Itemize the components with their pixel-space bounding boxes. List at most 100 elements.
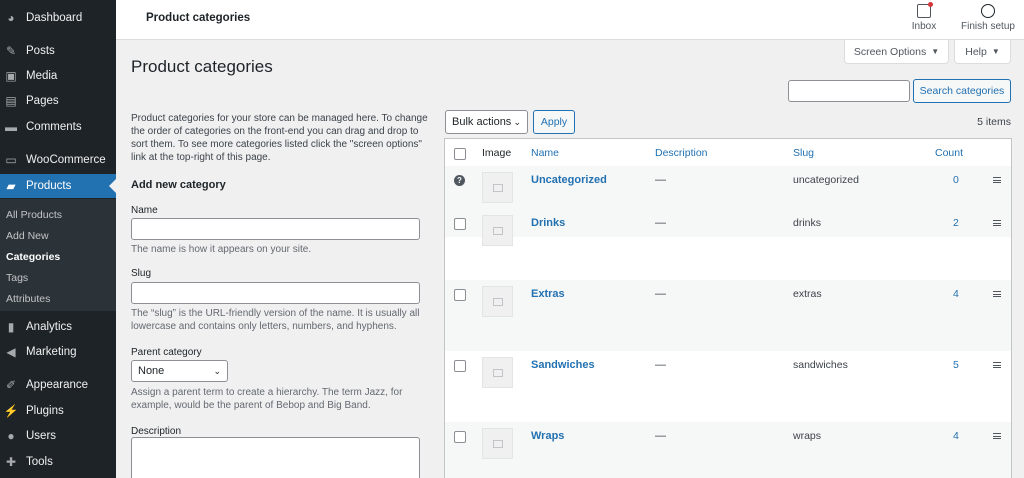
row-checkbox[interactable] xyxy=(454,218,466,230)
products-submenu: All Products Add New Categories Tags Att… xyxy=(0,199,116,311)
parent-category-value: None xyxy=(138,365,165,377)
caret-down-icon: ▼ xyxy=(991,47,1000,56)
submenu-item-tags[interactable]: Tags xyxy=(6,272,28,284)
image-placeholder-icon xyxy=(492,439,503,448)
sidebar-item-label: Tools xyxy=(26,456,53,468)
sidebar-item-appearance[interactable]: ✐ Appearance xyxy=(0,373,116,397)
sidebar-item-analytics[interactable]: ▮ Analytics xyxy=(0,315,116,339)
name-input[interactable] xyxy=(131,218,420,240)
submenu-item-attributes[interactable]: Attributes xyxy=(6,293,50,305)
sidebar-item-label: Analytics xyxy=(26,321,73,333)
sidebar-item-products[interactable]: ▰ Products xyxy=(0,174,116,198)
sidebar-item-users[interactable]: ● Users xyxy=(0,424,116,448)
inbox-button[interactable]: Inbox xyxy=(906,2,942,32)
apply-button[interactable]: Apply xyxy=(533,110,575,134)
sidebar-item-label: Products xyxy=(26,180,72,192)
image-placeholder-icon xyxy=(492,297,503,306)
description-textarea[interactable] xyxy=(131,437,420,478)
category-description: — xyxy=(655,217,666,229)
category-count-link[interactable]: 4 xyxy=(953,430,959,442)
search-categories-button[interactable]: Search categories xyxy=(913,79,1011,103)
sidebar-item-posts[interactable]: ✎ Posts xyxy=(0,39,116,63)
parent-category-select[interactable]: None ⌄ xyxy=(131,360,228,382)
sidebar-item-marketing[interactable]: ◀ Marketing xyxy=(0,340,116,364)
products-icon: ▰ xyxy=(6,179,16,193)
name-help-text: The name is how it appears on your site. xyxy=(131,244,312,255)
sidebar-item-comments[interactable]: ▬ Comments xyxy=(0,115,116,139)
category-count-link[interactable]: 5 xyxy=(953,359,959,371)
admin-sidebar: ◕ Dashboard ✎ Posts ▣ Media ▤ Pages ▬ Comment… xyxy=(0,0,116,478)
screen-options-button[interactable]: Screen Options ▼ xyxy=(844,40,949,64)
drag-handle-icon[interactable] xyxy=(993,433,1001,439)
select-all-checkbox[interactable] xyxy=(454,148,466,160)
column-header-name[interactable]: Name xyxy=(531,147,559,159)
row-checkbox[interactable] xyxy=(454,289,466,301)
analytics-icon: ▮ xyxy=(7,320,15,334)
category-thumbnail xyxy=(482,357,513,388)
category-slug: wraps xyxy=(793,430,822,442)
category-name-link[interactable]: Uncategorized xyxy=(531,174,607,186)
form-heading: Add new category xyxy=(131,179,226,191)
help-button[interactable]: Help ▼ xyxy=(954,40,1011,64)
bulk-actions-value: Bulk actions xyxy=(452,116,512,128)
table-row: Drinks — drinks 2 xyxy=(445,209,1011,280)
woocommerce-icon: ▭ xyxy=(5,153,17,167)
category-thumbnail xyxy=(482,215,513,246)
inbox-label: Inbox xyxy=(911,21,937,32)
slug-input[interactable] xyxy=(131,282,420,304)
sidebar-item-label: Marketing xyxy=(26,346,77,358)
submenu-item-all-products[interactable]: All Products xyxy=(6,209,62,221)
sidebar-item-label: Dashboard xyxy=(26,12,83,24)
column-header-count[interactable]: Count xyxy=(935,147,963,159)
category-name-link[interactable]: Drinks xyxy=(531,217,565,229)
progress-circle-icon xyxy=(981,4,995,18)
sidebar-item-label: Posts xyxy=(26,45,55,57)
description-label: Description xyxy=(131,426,182,437)
table-row: Sandwiches — sandwiches 5 xyxy=(445,351,1011,422)
slug-label: Slug xyxy=(131,268,152,279)
category-count-link[interactable]: 2 xyxy=(953,217,959,229)
sidebar-item-dashboard[interactable]: ◕ Dashboard xyxy=(0,6,116,30)
drag-handle-icon[interactable] xyxy=(993,177,1001,183)
submenu-item-add-new[interactable]: Add New xyxy=(6,230,49,242)
column-header-image: Image xyxy=(482,147,512,159)
name-label: Name xyxy=(131,205,158,216)
row-checkbox[interactable] xyxy=(454,431,466,443)
column-header-description[interactable]: Description xyxy=(655,147,708,159)
category-thumbnail xyxy=(482,172,513,203)
category-name-link[interactable]: Wraps xyxy=(531,430,564,442)
table-row: Extras — extras 4 xyxy=(445,280,1011,351)
sidebar-item-label: Users xyxy=(26,430,57,442)
finish-setup-button[interactable]: Finish setup xyxy=(958,4,1018,32)
category-slug: uncategorized xyxy=(793,174,859,186)
category-name-link[interactable]: Sandwiches xyxy=(531,359,595,371)
drag-handle-icon[interactable] xyxy=(993,362,1001,368)
help-label: Help xyxy=(965,45,987,58)
category-slug: drinks xyxy=(793,217,822,229)
sidebar-item-label: Plugins xyxy=(26,405,64,417)
category-description: — xyxy=(655,359,666,371)
column-header-slug[interactable]: Slug xyxy=(793,147,814,159)
category-count-link[interactable]: 4 xyxy=(953,288,959,300)
drag-handle-icon[interactable] xyxy=(993,220,1001,226)
caret-down-icon: ▼ xyxy=(931,47,940,56)
category-description: — xyxy=(655,174,666,186)
intro-text: Product categories for your store can be… xyxy=(131,113,428,163)
submenu-item-categories[interactable]: Categories xyxy=(6,251,60,263)
search-input[interactable] xyxy=(788,80,910,102)
header-title: Product categories xyxy=(146,12,251,24)
category-count-link[interactable]: 0 xyxy=(953,174,959,186)
media-icon: ▣ xyxy=(5,69,17,83)
table-row: Wraps — wraps 4 xyxy=(445,422,1011,478)
sidebar-item-pages[interactable]: ▤ Pages xyxy=(0,89,116,113)
sidebar-item-tools[interactable]: ✚ Tools xyxy=(0,450,116,474)
sidebar-item-plugins[interactable]: ⚡ Plugins xyxy=(0,399,116,423)
drag-handle-icon[interactable] xyxy=(993,291,1001,297)
sidebar-item-label: Appearance xyxy=(26,379,89,391)
bulk-actions-select[interactable]: Bulk actions ⌄ xyxy=(445,110,528,134)
category-name-link[interactable]: Extras xyxy=(531,288,565,300)
sidebar-item-media[interactable]: ▣ Media xyxy=(0,64,116,88)
sidebar-item-woocommerce[interactable]: ▭ WooCommerce xyxy=(0,148,116,172)
chevron-down-icon: ⌄ xyxy=(213,365,221,376)
row-checkbox[interactable] xyxy=(454,360,466,372)
